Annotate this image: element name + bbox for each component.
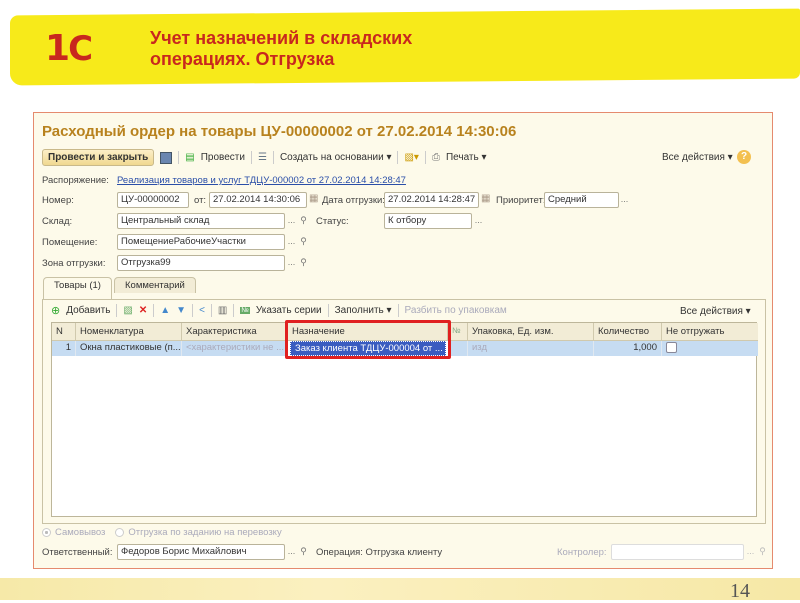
delete-icon[interactable]: ✕ [139, 305, 147, 316]
move-down-icon[interactable]: ▼ [176, 305, 186, 316]
all-actions-button[interactable]: Все действия ▾ [662, 152, 733, 163]
print-button[interactable]: Печать ▾ [446, 152, 487, 163]
priority-field[interactable]: Средний [544, 192, 619, 208]
column-header-characteristic[interactable]: Характеристика [182, 323, 288, 341]
save-icon[interactable] [160, 151, 173, 164]
window-title: Расходный ордер на товары ЦУ-00000002 от… [42, 123, 517, 140]
column-header-no-ship[interactable]: Не отгружать [662, 323, 758, 341]
room-field[interactable]: ПомещениеРабочиеУчастки [117, 234, 285, 250]
goods-panel: ⊕ Добавить ▧ ✕ ▲ ▼ < ▥ № Указать серии З… [42, 299, 766, 524]
post-close-button[interactable]: Провести и закрыть [42, 149, 155, 166]
printer-icon: ⎙ [431, 152, 440, 163]
series-icon: № [240, 307, 250, 314]
priority-select-button[interactable]: ... [618, 192, 631, 208]
post-icon: ▤ [185, 152, 195, 163]
document-window: Расходный ордер на товары ЦУ-00000002 от… [33, 112, 773, 569]
cell-number[interactable] [448, 341, 468, 356]
delivery-radio-group: Самовывоз Отгрузка по заданию на перевоз… [42, 527, 282, 538]
cell-characteristic[interactable]: <характеристики не ... [182, 341, 288, 356]
warehouse-label: Склад: [42, 216, 73, 227]
warehouse-field[interactable]: Центральный склад [117, 213, 285, 229]
copy-icon[interactable]: ▧ [123, 305, 132, 316]
search-icon[interactable]: ⚲ [756, 544, 769, 560]
barcode-icon[interactable]: ▥ [218, 305, 227, 316]
number-field[interactable]: ЦУ-00000002 [117, 192, 189, 208]
cell-no-ship [662, 341, 758, 356]
split-packages-button[interactable]: Разбить по упаковкам [405, 305, 507, 316]
from-label: от: [194, 195, 207, 206]
highlight-frame [285, 320, 451, 359]
document-icon[interactable]: ▧▾ [404, 152, 418, 163]
move-up-icon[interactable]: ▲ [160, 305, 170, 316]
room-label: Помещение: [42, 237, 98, 248]
radio-transport[interactable] [115, 528, 125, 537]
zone-field[interactable]: Отгрузка99 [117, 255, 285, 271]
table-all-actions-button[interactable]: Все действия ▾ [680, 306, 751, 317]
order-link[interactable]: Реализация товаров и услуг ТДЦУ-000002 о… [117, 175, 406, 186]
search-icon[interactable]: ⚲ [297, 255, 310, 271]
ship-date-field[interactable]: 27.02.2014 14:28:47 [384, 192, 479, 208]
radio-pickup[interactable] [42, 528, 51, 537]
column-header-package[interactable]: Упаковка, Ед. изм. [468, 323, 594, 341]
logo-1c: 1С [45, 28, 93, 69]
goods-table: N Номенклатура Характеристика Назначение… [51, 320, 758, 517]
controller-label: Контролер: [557, 547, 607, 558]
no-ship-checkbox[interactable] [666, 342, 677, 353]
operation-text: Операция: Отгрузка клиенту [316, 547, 443, 558]
toolbar: Провести и закрыть ▤ Провести ☰ Создать … [42, 149, 487, 166]
calendar-icon[interactable]: ▦ [309, 193, 318, 204]
column-header-number-icon[interactable]: № [448, 323, 468, 341]
list-icon[interactable]: ☰ [258, 152, 267, 163]
zone-label: Зона отгрузки: [42, 258, 106, 269]
number-label: Номер: [42, 195, 74, 206]
priority-label: Приоритет: [496, 195, 546, 206]
help-icon[interactable]: ? [737, 150, 751, 164]
search-icon[interactable]: ⚲ [297, 234, 310, 250]
table-toolbar: ⊕ Добавить ▧ ✕ ▲ ▼ < ▥ № Указать серии З… [51, 304, 507, 317]
add-button[interactable]: Добавить [66, 305, 110, 316]
search-icon[interactable]: ⚲ [297, 544, 310, 560]
tab-comment[interactable]: Комментарий [114, 277, 196, 293]
status-select-button[interactable]: ... [472, 213, 485, 229]
add-icon: ⊕ [51, 305, 61, 317]
column-header-item[interactable]: Номенклатура [76, 323, 182, 341]
radio-transport-label: Отгрузка по заданию на перевозку [128, 527, 282, 538]
fill-button[interactable]: Заполнить ▾ [335, 305, 392, 316]
from-date-field[interactable]: 27.02.2014 14:30:06 [209, 192, 307, 208]
calendar-icon[interactable]: ▦ [481, 193, 490, 204]
search-icon[interactable]: ⚲ [297, 213, 310, 229]
cell-quantity[interactable]: 1,000 [594, 341, 662, 356]
ship-date-label: Дата отгрузки: [322, 195, 385, 206]
slide-title: Учет назначений в складских операциях. О… [150, 28, 413, 69]
controller-field[interactable] [611, 544, 744, 560]
footer-band [0, 578, 800, 600]
cell-item[interactable]: Окна пластиковые (п... [76, 341, 182, 356]
cell-package[interactable]: изд [468, 341, 594, 356]
create-based-button[interactable]: Создать на основании ▾ [280, 152, 392, 163]
series-button[interactable]: Указать серии [256, 305, 322, 316]
order-label: Распоряжение: [42, 175, 109, 186]
status-field[interactable]: К отбору [384, 213, 472, 229]
tab-goods[interactable]: Товары (1) [43, 277, 112, 299]
post-button[interactable]: Провести [201, 152, 245, 163]
split-row-icon[interactable]: < [199, 305, 205, 316]
cell-n[interactable]: 1 [52, 341, 76, 356]
status-label: Статус: [316, 216, 349, 227]
column-header-quantity[interactable]: Количество [594, 323, 662, 341]
column-header-n[interactable]: N [52, 323, 76, 341]
responsible-label: Ответственный: [42, 547, 113, 558]
responsible-field[interactable]: Федоров Борис Михайлович [117, 544, 285, 560]
radio-pickup-label: Самовывоз [55, 527, 106, 538]
